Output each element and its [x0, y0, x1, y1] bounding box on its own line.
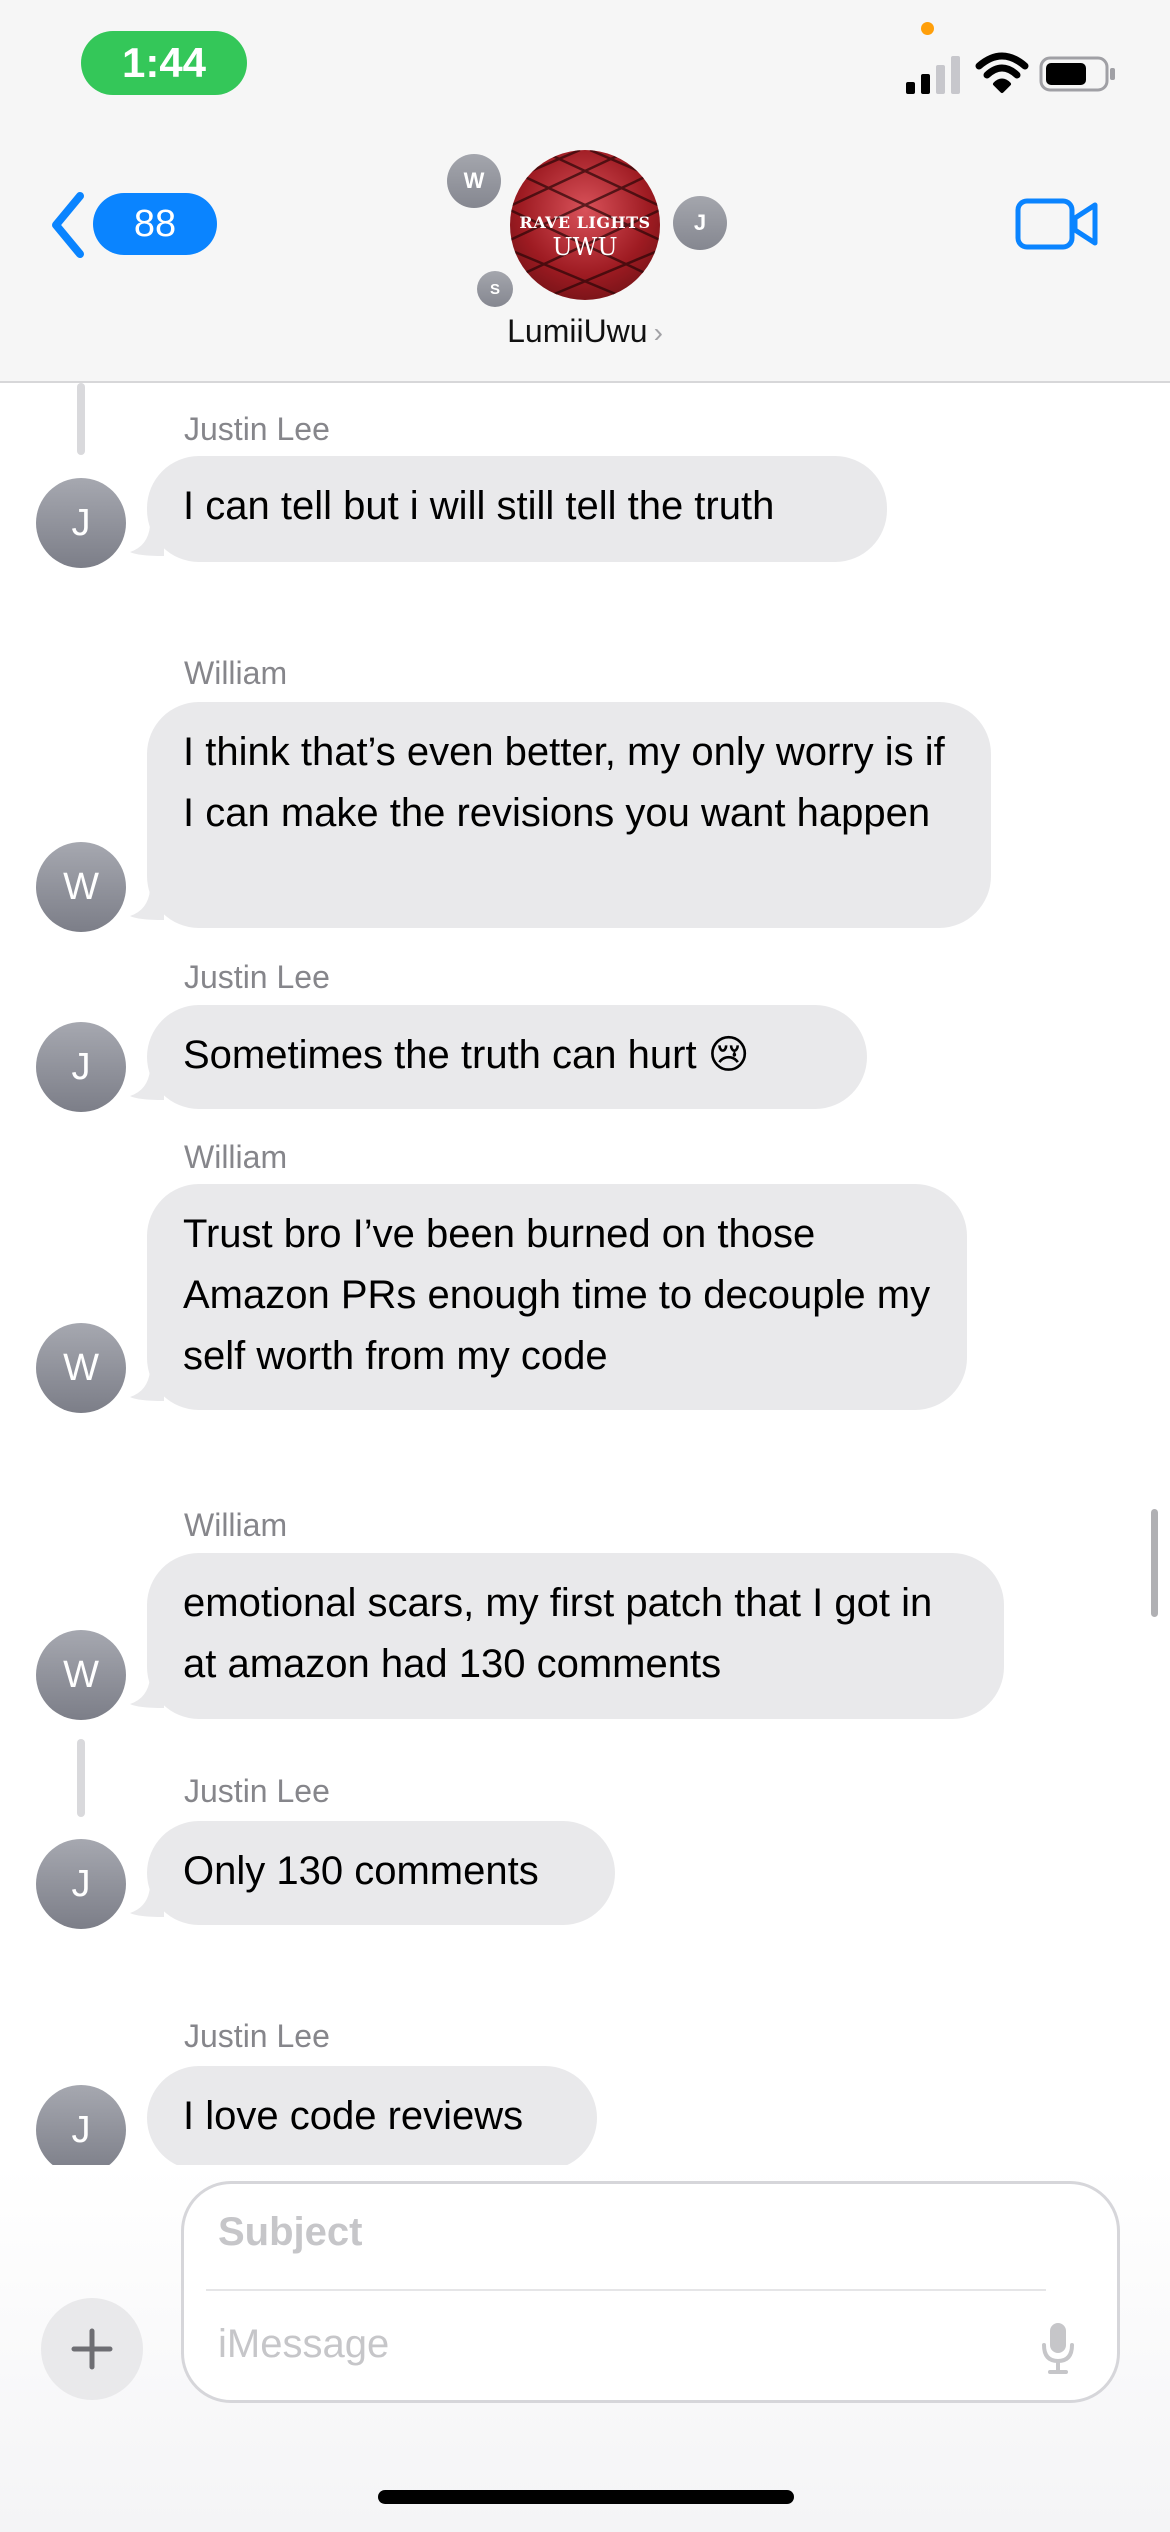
sender-avatar[interactable]: J: [36, 1839, 126, 1929]
member-avatar-s: S: [477, 271, 513, 307]
sender-name: Justin Lee: [184, 959, 330, 995]
conversation-header: 1:44 88 W J S RAVE LIGHTS UWU LumiiUwu ›: [0, 0, 1170, 383]
member-avatar-w: W: [447, 154, 501, 208]
sender-name: Justin Lee: [184, 411, 330, 447]
message-field[interactable]: iMessage: [218, 2322, 389, 2367]
home-indicator[interactable]: [378, 2490, 794, 2504]
message-list[interactable]: Justin Lee J I can tell but i will still…: [0, 383, 1170, 2165]
video-camera-icon[interactable]: [1015, 196, 1099, 252]
back-chevron-icon: [52, 192, 84, 258]
thread-line: [77, 1739, 85, 1817]
member-avatar-j: J: [673, 196, 727, 250]
sender-avatar[interactable]: J: [36, 478, 126, 568]
sender-name: Justin Lee: [184, 1773, 330, 1809]
group-name: LumiiUwu: [507, 313, 648, 349]
microphone-icon[interactable]: [1041, 2321, 1075, 2375]
group-avatar-text-1: RAVE LIGHTS: [519, 213, 651, 232]
subject-field[interactable]: Subject: [218, 2210, 362, 2255]
message-bubble[interactable]: I can tell but i will still tell the tru…: [147, 456, 887, 562]
sender-avatar[interactable]: W: [36, 1630, 126, 1720]
apps-plus-button[interactable]: [41, 2298, 143, 2400]
unread-count-badge: 88: [93, 193, 217, 255]
sender-name: William: [184, 1507, 288, 1543]
message-bubble[interactable]: Only 130 comments: [147, 1821, 615, 1925]
message-bubble[interactable]: emotional scars, my first patch that I g…: [147, 1553, 1004, 1719]
chevron-right-icon: ›: [653, 317, 663, 348]
message-bubble[interactable]: I think that’s even better, my only worr…: [147, 702, 991, 928]
plus-icon: [71, 2328, 113, 2370]
thread-line: [77, 383, 85, 455]
message-bubble[interactable]: Trust bro I’ve been burned on those Amaz…: [147, 1184, 967, 1410]
signal-icon: [906, 56, 960, 94]
battery-icon: [1039, 56, 1115, 92]
status-time[interactable]: 1:44: [81, 31, 247, 95]
sender-avatar[interactable]: W: [36, 1323, 126, 1413]
subject-divider: [206, 2289, 1046, 2291]
scroll-indicator[interactable]: [1151, 1509, 1158, 1617]
wifi-icon: [975, 52, 1029, 93]
sender-name: Justin Lee: [184, 2018, 330, 2054]
sender-name: William: [184, 655, 288, 691]
status-bar: 1:44: [0, 0, 1170, 130]
group-name-button[interactable]: LumiiUwu ›: [435, 313, 735, 350]
message-bubble[interactable]: I love code reviews: [147, 2066, 597, 2165]
sender-avatar[interactable]: W: [36, 842, 126, 932]
group-avatar-text-2: UWU: [552, 233, 618, 261]
sender-avatar[interactable]: J: [36, 2085, 126, 2165]
sender-avatar[interactable]: J: [36, 1022, 126, 1112]
sender-name: William: [184, 1139, 288, 1175]
message-bubble[interactable]: Sometimes the truth can hurt 😢: [147, 1005, 867, 1109]
privacy-indicator-dot: [921, 22, 934, 35]
back-button[interactable]: 88: [48, 190, 217, 260]
group-avatar[interactable]: RAVE LIGHTS UWU: [510, 150, 660, 300]
